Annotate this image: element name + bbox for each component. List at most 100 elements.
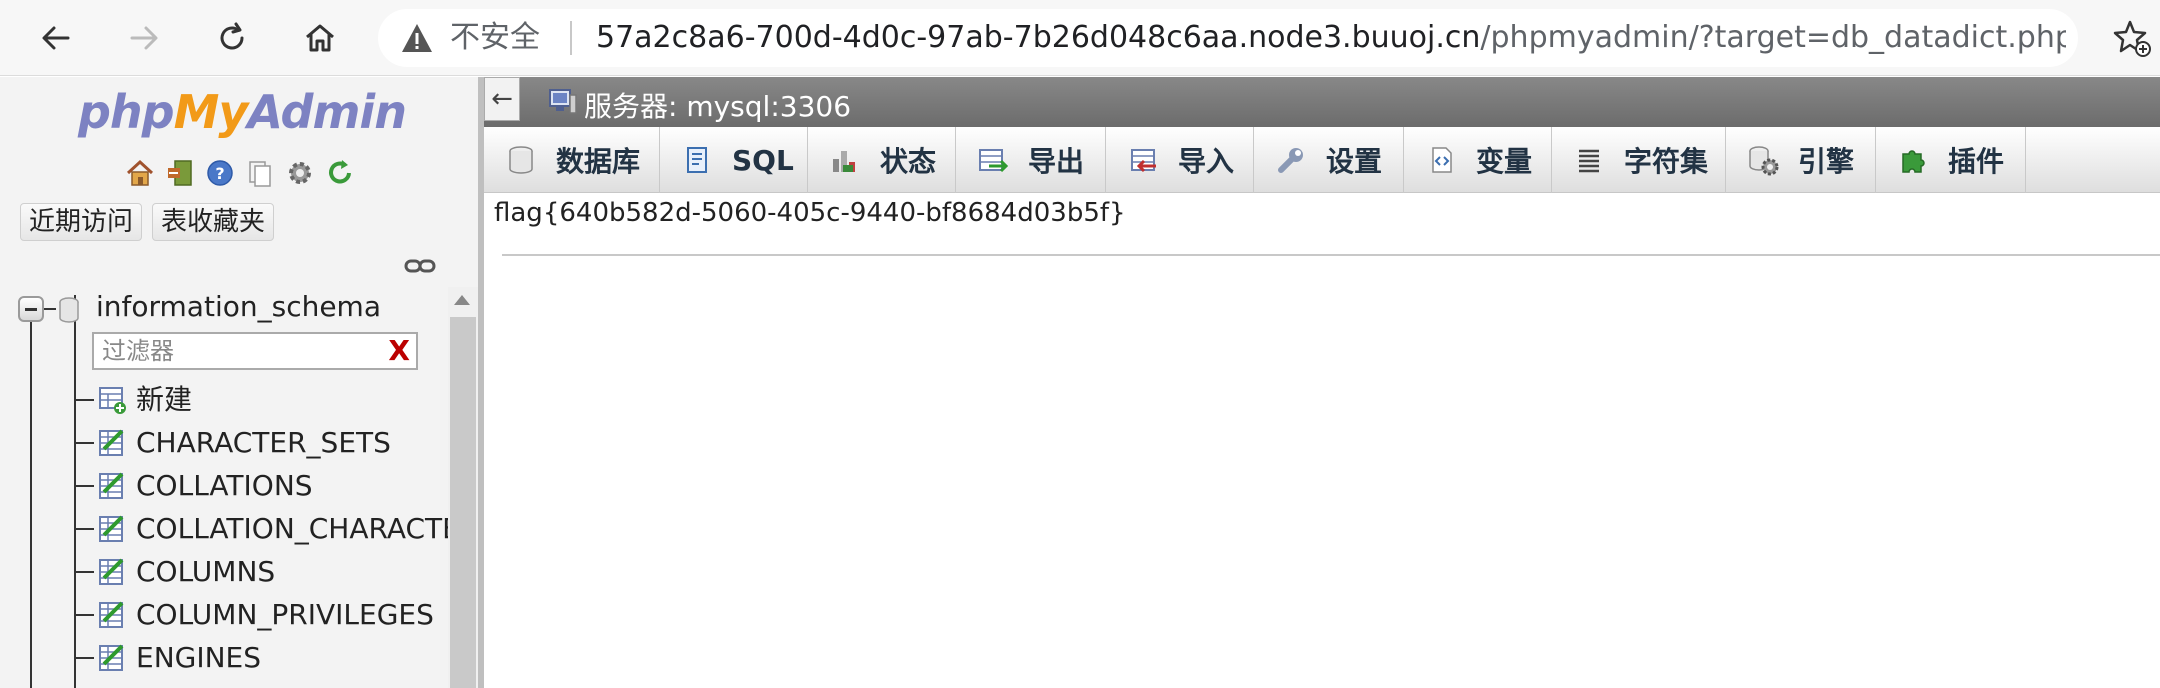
quick-links: ?: [124, 157, 356, 189]
tree-line: [74, 442, 94, 444]
home-icon: [306, 24, 334, 52]
tree-line: [74, 528, 94, 530]
settings-gear-icon[interactable]: [284, 157, 316, 189]
tree-line: [44, 308, 56, 310]
tree-line: [74, 295, 76, 688]
forward-button[interactable]: [120, 14, 168, 62]
logout-icon[interactable]: [164, 157, 196, 189]
add-favorite-button[interactable]: [2112, 18, 2152, 62]
wrench-icon: [1274, 143, 1308, 177]
status-icon: [828, 143, 862, 177]
browser-toolbar: 不安全 57a2c8a6-700d-4d0c-97ab-7b26d048c6aa…: [0, 0, 2160, 76]
menu-label: SQL: [732, 143, 794, 177]
scroll-up-arrow-icon[interactable]: [454, 295, 470, 305]
database-icon: [59, 297, 79, 323]
reload-icon: [220, 22, 244, 50]
tree-item-table[interactable]: COLLATIONS: [136, 470, 313, 502]
view-icon: [99, 601, 124, 628]
new-table-icon: [99, 387, 126, 414]
menu-label: 变量: [1476, 145, 1533, 178]
phpmyadmin-logo[interactable]: phpMyAdmin: [78, 85, 407, 139]
reload-button[interactable]: [208, 14, 256, 62]
view-icon: [99, 472, 124, 499]
divider: [502, 254, 2160, 256]
top-menu: 数据库 SQL 状态 导出 导入 设置 变量 字符集 引擎 插件: [484, 127, 2160, 193]
menu-export[interactable]: 导出: [956, 127, 1106, 193]
tree-item-table[interactable]: ENGINES: [136, 642, 261, 674]
documentation-icon[interactable]: [244, 157, 276, 189]
tree-line: [74, 485, 94, 487]
svg-text:?: ?: [215, 164, 224, 183]
tree-line: [74, 657, 94, 659]
tree-line: [30, 322, 32, 688]
sql-icon: [680, 143, 714, 177]
tree-item-table[interactable]: COLUMNS: [136, 556, 275, 588]
link-icon[interactable]: [404, 257, 436, 275]
navigation-panel: phpMyAdmin ? 近期访问 表收藏夹 information_schem…: [0, 77, 484, 688]
tree-line: [74, 399, 94, 401]
forward-arrow-icon: [130, 26, 158, 50]
star-add-icon: [2113, 20, 2151, 57]
back-arrow-icon: [42, 26, 70, 50]
tree-item-table[interactable]: COLLATION_CHARACTER_SET_APPLICABILITY: [136, 513, 448, 545]
favorites-tab[interactable]: 表收藏夹: [152, 203, 275, 241]
home-button[interactable]: [296, 14, 344, 62]
recent-tab[interactable]: 近期访问: [20, 203, 143, 241]
puzzle-piece-icon: [1896, 143, 1930, 177]
database-icon: [504, 143, 538, 177]
menu-sql[interactable]: SQL: [660, 127, 808, 193]
menu-plugins[interactable]: 插件: [1876, 127, 2026, 193]
menu-engines[interactable]: 引擎: [1726, 127, 1876, 193]
clear-filter-button[interactable]: X: [388, 334, 410, 368]
view-icon: [99, 429, 124, 456]
tree-item-table[interactable]: COLUMN_PRIVILEGES: [136, 599, 434, 631]
database-name[interactable]: information_schema: [96, 290, 381, 323]
scrollbar-thumb[interactable]: [450, 317, 476, 688]
collapse-database-toggle[interactable]: [18, 296, 44, 322]
menu-label: 数据库: [556, 145, 641, 178]
url-path: /phpmyadmin/?target=db_datadict.php%253.…: [1480, 21, 2066, 55]
address-separator: [570, 21, 572, 55]
address-bar[interactable]: 不安全 57a2c8a6-700d-4d0c-97ab-7b26d048c6aa…: [378, 9, 2078, 67]
export-icon: [976, 143, 1010, 177]
server-icon: [549, 89, 577, 114]
menu-import[interactable]: 导入: [1106, 127, 1254, 193]
help-icon[interactable]: ?: [204, 157, 236, 189]
view-icon: [99, 515, 124, 542]
view-icon: [99, 644, 124, 671]
security-status-label[interactable]: 不安全: [450, 23, 540, 53]
page-content-text: flag{640b582d-5060-405c-9440-bf8684d03b5…: [494, 198, 1126, 228]
table-filter-input[interactable]: [102, 336, 372, 366]
menu-label: 导出: [1028, 145, 1085, 178]
collapse-navigation-button[interactable]: ←: [484, 77, 520, 121]
tree-line: [74, 571, 94, 573]
menu-charsets[interactable]: 字符集: [1552, 127, 1726, 193]
tree-item-new[interactable]: 新建: [136, 384, 192, 416]
menu-label: 字符集: [1624, 145, 1709, 178]
menu-label: 设置: [1326, 145, 1383, 178]
menu-label: 状态: [880, 145, 937, 178]
menu-status[interactable]: 状态: [808, 127, 956, 193]
menu-variables[interactable]: 变量: [1404, 127, 1552, 193]
tree-line: [74, 614, 94, 616]
menu-settings[interactable]: 设置: [1254, 127, 1404, 193]
menu-databases[interactable]: 数据库: [484, 127, 660, 193]
server-breadcrumb-link[interactable]: 服务器: mysql:3306: [584, 85, 851, 125]
url-host: 57a2c8a6-700d-4d0c-97ab-7b26d048c6aa.nod…: [596, 21, 1481, 55]
engines-icon: [1746, 143, 1780, 177]
filter-box: X: [92, 332, 418, 370]
warning-triangle-icon: [402, 24, 432, 52]
import-icon: [1126, 143, 1160, 177]
url-text[interactable]: 57a2c8a6-700d-4d0c-97ab-7b26d048c6aa.nod…: [596, 21, 2066, 55]
menu-label: 插件: [1948, 145, 2005, 178]
variables-icon: [1424, 143, 1458, 177]
menu-label: 引擎: [1798, 145, 1855, 178]
back-button[interactable]: [32, 14, 80, 62]
charset-icon: [1572, 143, 1606, 177]
reload-nav-icon[interactable]: [324, 157, 356, 189]
menu-label: 导入: [1178, 145, 1235, 178]
home-icon[interactable]: [124, 157, 156, 189]
tree-item-table[interactable]: CHARACTER_SETS: [136, 427, 391, 459]
view-icon: [99, 558, 124, 585]
server-breadcrumb-bar: ← 服务器: mysql:3306: [484, 77, 2160, 127]
